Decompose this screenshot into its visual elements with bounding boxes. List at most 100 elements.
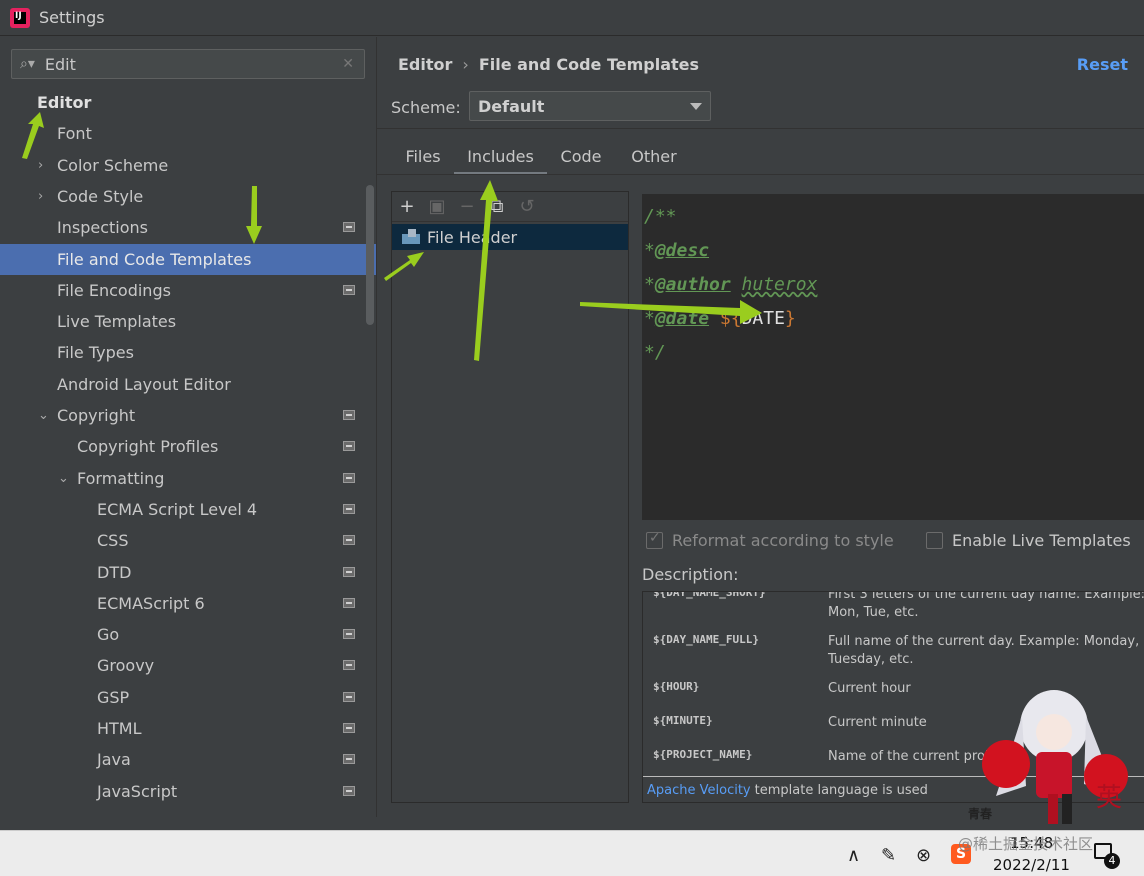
sidebar-item-label: Live Templates xyxy=(57,312,177,331)
reformat-checkbox[interactable] xyxy=(646,530,663,549)
sidebar-item-inspections[interactable]: Inspections xyxy=(0,212,376,243)
sidebar-item-javascript[interactable]: JavaScript xyxy=(0,776,376,807)
sidebar-item-file-encodings[interactable]: File Encodings xyxy=(0,275,376,306)
chevron-down-icon[interactable]: ⌄ xyxy=(58,471,69,486)
sidebar-item-color-scheme[interactable]: › Color Scheme xyxy=(0,150,376,181)
tray-expand-chevron-icon[interactable]: ∧ xyxy=(847,845,860,866)
sidebar-item-formatting[interactable]: ⌄ Formatting xyxy=(0,463,376,494)
project-level-settings-icon xyxy=(343,692,355,702)
reset-to-default-icon[interactable]: ↺ xyxy=(512,196,542,217)
javadoc-tag: @date xyxy=(654,308,710,329)
variable-description: Full name of the current day. Example: M… xyxy=(828,634,1140,667)
project-level-settings-icon xyxy=(343,754,355,764)
project-level-settings-icon xyxy=(343,598,355,608)
sidebar-item-ecma-script-level-4[interactable]: ECMA Script Level 4 xyxy=(0,494,376,525)
tab-files[interactable]: Files xyxy=(391,143,455,175)
sidebar-item-css[interactable]: CSS xyxy=(0,525,376,556)
sidebar-item-font[interactable]: Font xyxy=(0,118,376,149)
reset-link[interactable]: Reset xyxy=(1077,55,1128,74)
tab-code[interactable]: Code xyxy=(547,143,615,175)
clear-search-icon[interactable]: ✕ xyxy=(342,56,354,72)
tabs-divider xyxy=(377,174,1144,175)
sidebar-item-label: CSS xyxy=(97,531,129,550)
tab-other[interactable]: Other xyxy=(615,143,693,175)
template-var-name: DATE xyxy=(741,308,785,329)
template-var-close: } xyxy=(784,308,796,329)
sidebar-item-copyright-profiles[interactable]: Copyright Profiles xyxy=(0,431,376,462)
title-bar: IJ Settings xyxy=(0,0,1144,36)
code-line: *@author huterox xyxy=(642,268,1144,302)
sidebar-item-android-layout-editor[interactable]: Android Layout Editor xyxy=(0,369,376,400)
window-title: Settings xyxy=(39,8,105,27)
description-label: Description: xyxy=(642,565,739,584)
sidebar-item-editor[interactable]: Editor xyxy=(0,87,376,118)
sidebar-item-label: Copyright xyxy=(57,406,136,425)
sidebar-item-copyright[interactable]: ⌄ Copyright xyxy=(0,400,376,431)
apache-velocity-link[interactable]: Apache Velocity xyxy=(647,783,751,798)
code-line: /** xyxy=(642,200,1144,234)
sidebar-item-go[interactable]: Go xyxy=(0,619,376,650)
svg-text:英: 英 xyxy=(1096,783,1122,813)
tab-includes[interactable]: Includes xyxy=(454,143,547,175)
templates-list-panel: + ▣ − ⧉ ↺ File Header xyxy=(391,191,629,803)
project-level-settings-icon xyxy=(343,441,355,451)
chevron-down-icon[interactable]: ⌄ xyxy=(38,408,49,423)
sidebar-item-java[interactable]: Java xyxy=(0,744,376,775)
sidebar-item-html[interactable]: HTML xyxy=(0,713,376,744)
remove-icon[interactable]: − xyxy=(452,196,482,217)
sidebar-item-label: Android Layout Editor xyxy=(57,375,231,394)
close-circle-icon[interactable]: ⊗ xyxy=(916,845,931,866)
live-templates-checkbox[interactable] xyxy=(926,532,943,549)
project-level-settings-icon xyxy=(343,535,355,545)
variable-name: ${DAY_NAME_SHORT} xyxy=(653,591,766,599)
chevron-right-icon[interactable]: › xyxy=(38,189,43,204)
project-level-settings-icon xyxy=(343,629,355,639)
breadcrumb-editor[interactable]: Editor xyxy=(398,55,452,74)
sidebar-item-label: ECMAScript 6 xyxy=(97,594,205,613)
add-child-icon[interactable]: ▣ xyxy=(422,196,452,217)
project-level-settings-icon xyxy=(343,786,355,796)
sidebar-item-label: Java xyxy=(97,750,131,769)
sidebar-item-groovy[interactable]: Groovy xyxy=(0,650,376,681)
variable-description: First 3 letters of the current day name.… xyxy=(828,591,1144,620)
dropdown-arrow-icon xyxy=(690,103,702,110)
sidebar-item-live-templates[interactable]: Live Templates xyxy=(0,306,376,337)
scheme-value: Default xyxy=(478,96,545,116)
notification-count: 4 xyxy=(1104,853,1120,869)
copy-icon[interactable]: ⧉ xyxy=(482,196,512,217)
code-line: */ xyxy=(642,336,1144,370)
template-tabs: Files Includes Code Other xyxy=(377,143,1144,175)
sidebar-item-file-types[interactable]: File Types xyxy=(0,337,376,368)
project-level-settings-icon xyxy=(343,473,355,483)
live-templates-option[interactable]: Enable Live Templates xyxy=(926,531,1131,550)
reformat-option[interactable]: Reformat according to style xyxy=(646,530,894,550)
sidebar-item-label: HTML xyxy=(97,719,142,738)
sidebar-item-file-and-code-templates[interactable]: File and Code Templates xyxy=(0,244,376,275)
sidebar-item-label: File Types xyxy=(57,343,134,362)
variable-name: ${MINUTE} xyxy=(653,714,713,727)
clock-date[interactable]: 2022/2/11 xyxy=(993,856,1070,874)
sidebar-scrollbar[interactable] xyxy=(366,185,374,325)
project-level-settings-icon xyxy=(343,410,355,420)
sidebar-item-label: Go xyxy=(97,625,120,644)
variable-name: ${PROJECT_NAME} xyxy=(653,748,753,761)
settings-search-input[interactable]: ⌕▾ Edit ✕ xyxy=(11,49,365,79)
reformat-label: Reformat according to style xyxy=(672,531,894,550)
add-icon[interactable]: + xyxy=(392,196,422,217)
pen-icon[interactable]: ✎ xyxy=(881,845,896,866)
sidebar-item-dtd[interactable]: DTD xyxy=(0,557,376,588)
sidebar-item-code-style[interactable]: › Code Style xyxy=(0,181,376,212)
breadcrumb-current: File and Code Templates xyxy=(478,55,700,74)
sidebar-item-label: Copyright Profiles xyxy=(77,437,219,456)
breadcrumb: Editor › File and Code Templates xyxy=(398,55,699,74)
sidebar-item-gsp[interactable]: GSP xyxy=(0,682,376,713)
search-value: Edit xyxy=(44,54,76,74)
sidebar-item-ecmascript-6[interactable]: ECMAScript 6 xyxy=(0,588,376,619)
template-code-editor[interactable]: /** *@desc *@author huterox *@date ${DAT… xyxy=(642,194,1144,520)
chevron-right-icon[interactable]: › xyxy=(38,158,43,173)
scheme-dropdown[interactable]: Default xyxy=(469,91,711,121)
intellij-app-icon: IJ xyxy=(10,7,30,28)
project-level-settings-icon xyxy=(343,723,355,733)
code-text: * xyxy=(644,240,655,261)
template-item-file-header[interactable]: File Header xyxy=(392,224,628,250)
